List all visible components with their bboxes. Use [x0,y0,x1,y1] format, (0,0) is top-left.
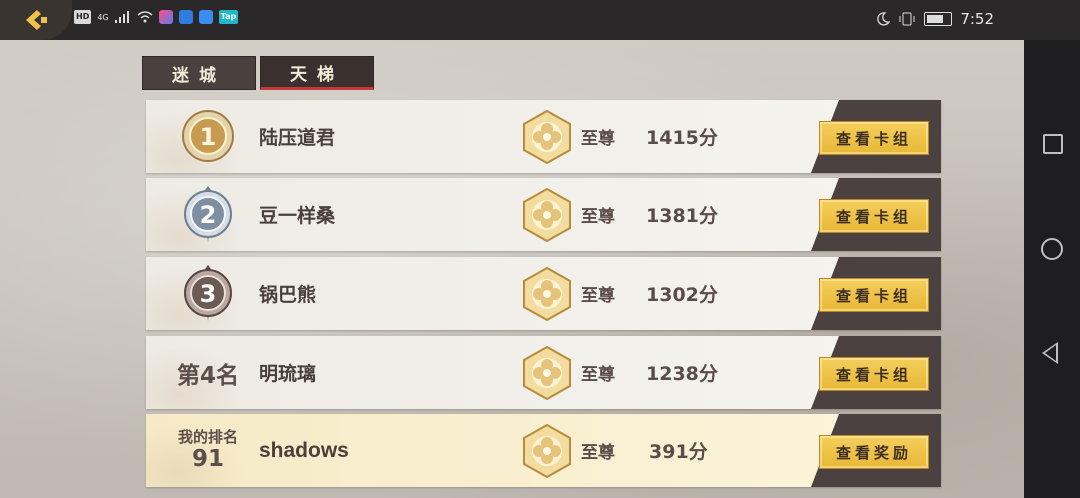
tier-name: 至尊 [581,365,615,385]
moon-icon [877,12,891,26]
player-score: 1238分 [646,363,718,385]
medal-number: 1 [200,123,217,151]
tier-name: 至尊 [581,443,615,463]
tab-label: 迷城 [172,65,226,86]
wifi-icon [137,11,153,23]
tier-name: 至尊 [581,129,615,149]
battery-icon [924,12,953,26]
baidu-icon [198,10,213,24]
player-name: 陆压道君 [259,127,336,149]
clock: 7:52 [960,10,994,28]
vibrate-icon [899,12,915,26]
player-score: 1302分 [646,284,718,306]
gold-rank-medal-icon: 1 [182,110,234,162]
video-app-icon [158,10,173,24]
player-score: 391分 [649,441,708,463]
view-deck-button[interactable]: 查看卡组 [819,121,929,155]
tab-tianti[interactable]: 天梯 [260,56,374,90]
medal-number: 2 [200,201,217,229]
status-icons-right: 7:52 [876,10,994,28]
back-button[interactable] [0,0,72,40]
my-rank-number: 91 [191,446,224,472]
player-name: 锅巴熊 [259,284,317,306]
nav-back-icon[interactable] [1042,342,1058,364]
status-bar: HD 4G Tap 7:52 [0,0,1080,40]
hd-icon: HD [74,10,92,24]
tier-name: 至尊 [581,207,615,227]
status-icons-left: HD 4G Tap [74,10,239,24]
navigation-bar [1024,40,1080,498]
player-score: 1381分 [646,205,718,227]
signal-icon [114,11,129,23]
ranking-row: 2 豆一样桑 至尊 1381分 查看卡组 [146,178,941,251]
player-name: shadows [259,438,349,462]
view-deck-button[interactable]: 查看卡组 [819,199,929,233]
ranking-row: 第4名 明琉璃 至尊 1238分 查看卡组 [146,336,941,409]
ranking-row: 1 陆压道君 至尊 1415分 查看卡组 [146,100,941,173]
my-rank-label: 我的排名 [177,428,238,446]
tab-micheng[interactable]: 迷城 [142,56,256,90]
tier-flower-badge-icon [523,345,571,401]
ranking-row: 3 锅巴熊 至尊 1302分 查看卡组 [146,257,941,330]
player-name: 豆一样桑 [259,205,336,227]
ladder-panel: 迷城 天梯 1 陆压道君 至尊 1415分 查看卡组 2 豆一样桑 至尊 138… [0,40,1024,498]
recent-apps-icon[interactable] [1043,134,1063,154]
bronze-rank-medal-icon: 3 [184,265,232,321]
silver-rank-medal-icon: 2 [184,186,232,242]
app-icon [178,10,193,24]
medal-number: 3 [200,280,217,308]
my-rank-row: 我的排名 91 shadows 至尊 391分 查看奖励 [146,414,941,487]
tier-name: 至尊 [581,286,615,306]
tier-flower-badge-icon [523,423,571,479]
view-deck-button[interactable]: 查看卡组 [819,278,929,312]
tab-label: 天梯 [290,64,344,85]
my-rank: 我的排名 91 [168,428,248,472]
rank-label: 第4名 [176,362,239,389]
view-rewards-button[interactable]: 查看奖励 [819,435,929,469]
player-name: 明琉璃 [259,363,317,385]
tier-flower-badge-icon [523,187,571,243]
back-arrow-icon [26,10,47,30]
home-icon[interactable] [1041,238,1063,260]
view-deck-button[interactable]: 查看卡组 [819,357,929,391]
tier-flower-badge-icon [523,266,571,322]
network-type: 4G [97,12,109,22]
tier-flower-badge-icon [523,109,571,165]
player-score: 1415分 [646,127,718,149]
tap-icon: Tap [218,10,239,24]
